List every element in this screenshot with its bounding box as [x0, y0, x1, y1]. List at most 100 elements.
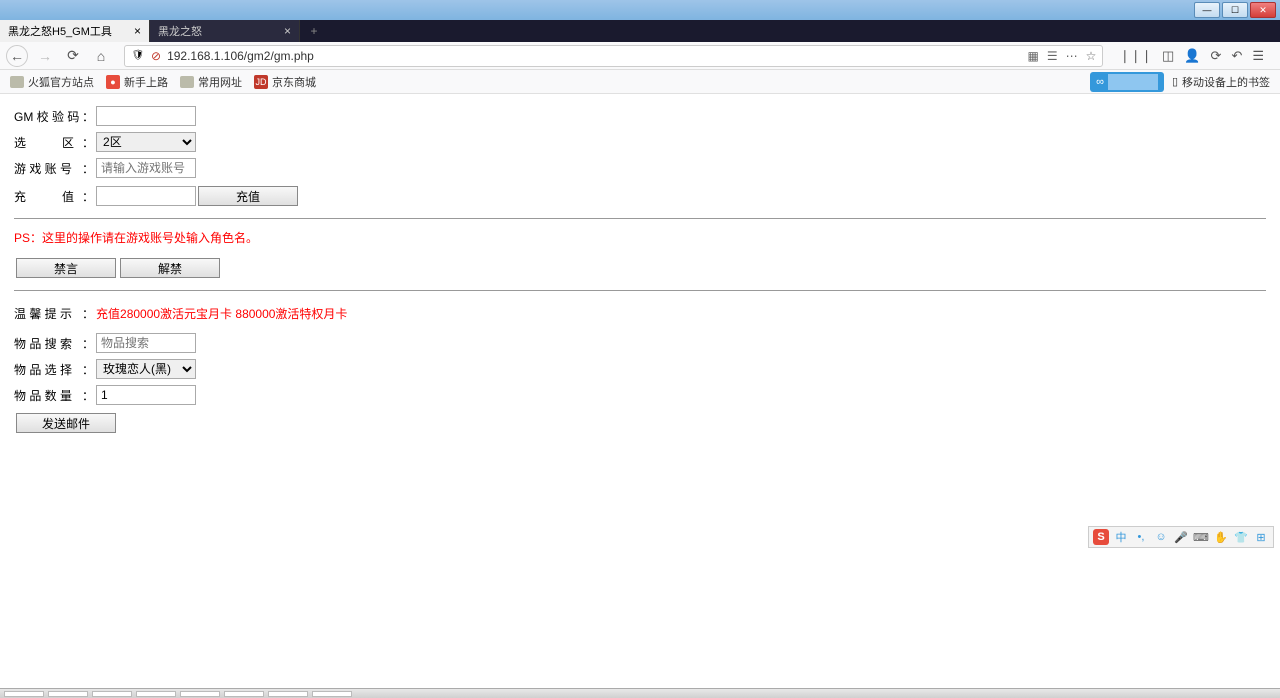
item-search-label: 物 品 搜 索 — [14, 335, 80, 352]
recharge-input[interactable] — [96, 186, 196, 206]
colon: ： — [82, 108, 94, 125]
insecure-icon[interactable]: ⊘ — [151, 49, 161, 63]
ps-text: PS：这里的操作请在游戏账号处输入角色名。 — [14, 229, 258, 246]
colon: ： — [82, 361, 94, 378]
settings-icon[interactable]: ⟳ — [1211, 48, 1222, 64]
tab-bar: 黑龙之怒H5_GM工具 × 黑龙之怒 × + — [0, 20, 1280, 42]
zone-label: 选 区 — [14, 134, 80, 151]
url-bar[interactable]: 🛡 ⊘ 192.168.1.106/gm2/gm.php ▦ ☰ ⋯ ☆ — [124, 45, 1103, 67]
ime-grid-icon[interactable]: ⊞ — [1253, 529, 1269, 545]
item-count-label: 物 品 数 量 — [14, 387, 80, 404]
sidebar-icon[interactable]: ◫ — [1162, 48, 1174, 64]
item-search-input[interactable] — [96, 333, 196, 353]
bookmark-common[interactable]: 常用网址 — [180, 74, 242, 90]
library-icon[interactable]: ❘❘❘ — [1119, 48, 1152, 64]
item-count-input[interactable] — [96, 385, 196, 405]
recharge-label: 充 值 — [14, 188, 80, 205]
tab-active[interactable]: 黑龙之怒H5_GM工具 × — [0, 20, 150, 42]
cloud-input[interactable] — [1108, 74, 1158, 90]
tip-text: 充值280000激活元宝月卡 880000激活特权月卡 — [96, 305, 347, 322]
bookmark-firefox[interactable]: 火狐官方站点 — [10, 74, 94, 90]
back-button[interactable]: ← — [6, 45, 28, 67]
gm-code-input[interactable] — [96, 106, 196, 126]
ime-s-icon[interactable]: S — [1093, 529, 1109, 545]
ime-hand-icon[interactable]: ✋ — [1213, 529, 1229, 545]
undo-icon[interactable]: ↶ — [1231, 48, 1242, 64]
separator — [14, 290, 1266, 291]
menu-icon[interactable]: ☰ — [1252, 48, 1264, 64]
account-label: 游 戏 账 号 — [14, 160, 80, 177]
account-input[interactable] — [96, 158, 196, 178]
qr-icon[interactable]: ▦ — [1027, 49, 1038, 63]
bookmark-getting-started[interactable]: ● 新手上路 — [106, 74, 168, 90]
ime-smile-icon[interactable]: ☺ — [1153, 529, 1169, 545]
tab-label: 黑龙之怒H5_GM工具 — [8, 23, 112, 39]
bookmark-label: 移动设备上的书签 — [1182, 74, 1270, 90]
window-close[interactable]: ✕ — [1250, 2, 1276, 18]
taskbar-item[interactable] — [48, 691, 88, 697]
tip-label: 温 馨 提 示 — [14, 305, 80, 322]
folder-icon — [180, 76, 194, 88]
tab-inactive[interactable]: 黑龙之怒 × — [150, 20, 300, 42]
cloud-sync[interactable]: ∞ — [1090, 72, 1164, 92]
bookmark-jd[interactable]: JD 京东商城 — [254, 74, 316, 90]
unban-button[interactable]: 解禁 — [120, 258, 220, 278]
ban-button[interactable]: 禁言 — [16, 258, 116, 278]
bookmark-label: 常用网址 — [198, 74, 242, 90]
item-select[interactable]: 玫瑰恋人(黑) — [96, 359, 196, 379]
forward-button[interactable]: → — [34, 45, 56, 67]
taskbar-item[interactable] — [180, 691, 220, 697]
bookmark-mobile[interactable]: ▯ 移动设备上的书签 — [1172, 74, 1270, 90]
folder-icon — [10, 76, 24, 88]
tab-label: 黑龙之怒 — [158, 23, 202, 39]
ime-toolbar[interactable]: S 中 •, ☺ 🎤 ⌨ ✋ 👕 ⊞ — [1088, 526, 1274, 548]
ime-keyboard-icon[interactable]: ⌨ — [1193, 529, 1209, 545]
zone-select[interactable]: 2区 — [96, 132, 196, 152]
gm-code-label: GM 校 验 码 — [14, 108, 80, 125]
taskbar-item[interactable] — [4, 691, 44, 697]
ime-punct-icon[interactable]: •, — [1133, 529, 1149, 545]
taskbar-item[interactable] — [224, 691, 264, 697]
recharge-button[interactable]: 充值 — [198, 186, 298, 206]
colon: ： — [82, 335, 94, 352]
taskbar-item[interactable] — [92, 691, 132, 697]
fire-icon: ● — [106, 75, 120, 89]
account-icon[interactable]: 👤 — [1184, 48, 1200, 64]
taskbar-item[interactable] — [312, 691, 352, 697]
cloud-icon: ∞ — [1096, 76, 1104, 88]
nav-bar: ← → ⟳ ⌂ 🛡 ⊘ 192.168.1.106/gm2/gm.php ▦ ☰… — [0, 42, 1280, 70]
ime-shirt-icon[interactable]: 👕 — [1233, 529, 1249, 545]
reader-icon[interactable]: ☰ — [1047, 49, 1058, 63]
colon: ： — [82, 160, 94, 177]
page-content: GM 校 验 码 ： 选 区 ： 2区 游 戏 账 号 ： 充 值 ： 充值 P… — [0, 94, 1280, 447]
colon: ： — [82, 387, 94, 404]
close-icon[interactable]: × — [284, 24, 291, 38]
ime-lang-icon[interactable]: 中 — [1113, 529, 1129, 545]
item-select-label: 物 品 选 择 — [14, 361, 80, 378]
close-icon[interactable]: × — [134, 24, 141, 38]
home-button[interactable]: ⌂ — [90, 45, 112, 67]
taskbar-item[interactable] — [268, 691, 308, 697]
window-minimize[interactable]: — — [1194, 2, 1220, 18]
jd-icon: JD — [254, 75, 268, 89]
url-text: 192.168.1.106/gm2/gm.php — [167, 49, 1021, 63]
dots-icon[interactable]: ⋯ — [1066, 49, 1078, 63]
window-titlebar: — ☐ ✕ — [0, 0, 1280, 20]
bookmark-label: 新手上路 — [124, 74, 168, 90]
send-mail-button[interactable]: 发送邮件 — [16, 413, 116, 433]
reload-button[interactable]: ⟳ — [62, 45, 84, 67]
bookmark-label: 京东商城 — [272, 74, 316, 90]
colon: ： — [82, 305, 94, 322]
colon: ： — [82, 188, 94, 205]
separator — [14, 218, 1266, 219]
colon: ： — [82, 134, 94, 151]
mobile-icon: ▯ — [1172, 75, 1178, 88]
star-icon[interactable]: ☆ — [1086, 49, 1097, 63]
window-maximize[interactable]: ☐ — [1222, 2, 1248, 18]
bookmarks-bar: 火狐官方站点 ● 新手上路 常用网址 JD 京东商城 ∞ ▯ 移动设备上的书签 — [0, 70, 1280, 94]
ime-mic-icon[interactable]: 🎤 — [1173, 529, 1189, 545]
taskbar[interactable] — [0, 688, 1280, 698]
shield-icon[interactable]: 🛡 — [131, 49, 145, 63]
taskbar-item[interactable] — [136, 691, 176, 697]
new-tab-button[interactable]: + — [300, 20, 328, 42]
